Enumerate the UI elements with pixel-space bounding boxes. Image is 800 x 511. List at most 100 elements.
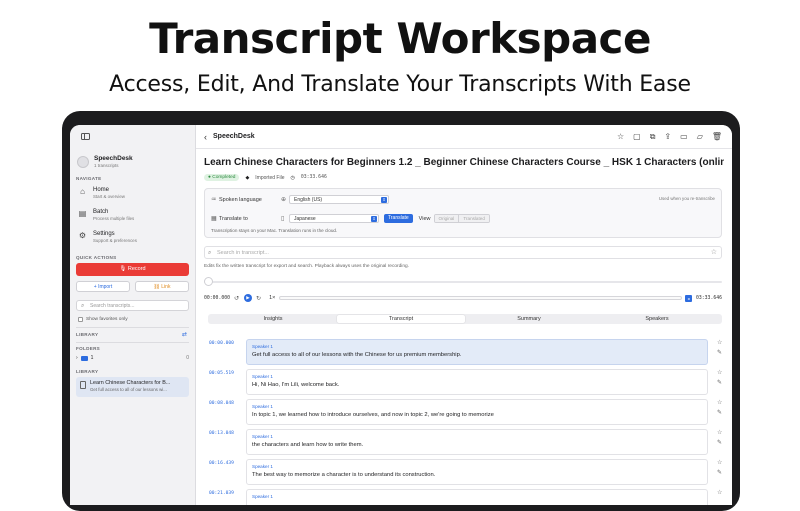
segment-card[interactable]: Speaker 1 The best way to memorize a cha…: [246, 459, 708, 485]
folder-move-icon[interactable]: ▱: [697, 132, 703, 142]
tab-insights[interactable]: Insights: [209, 315, 337, 323]
star-icon[interactable]: ☆: [717, 429, 722, 436]
back-icon[interactable]: ‹: [204, 132, 207, 142]
edit-icon[interactable]: ✎: [717, 469, 722, 476]
plus-icon: +: [93, 284, 97, 290]
import-button[interactable]: + Import: [76, 281, 130, 292]
sidebar: SpeechDesk 1 transcripts NAVIGATE ⌂ Home…: [70, 125, 196, 505]
edit-icon[interactable]: ✎: [717, 409, 722, 416]
transcript-segment: 00:13.048 Speaker 1 the characters and l…: [204, 429, 724, 457]
folder-count: 0: [186, 355, 189, 361]
star-icon[interactable]: ☆: [717, 369, 722, 376]
scrubber-handle[interactable]: [204, 277, 213, 286]
forward-icon[interactable]: ↻: [256, 295, 261, 302]
volume-icon[interactable]: ◂: [685, 294, 692, 302]
status-badge: ● Completed: [204, 174, 240, 181]
star-icon[interactable]: ☆: [717, 459, 722, 466]
app-logo: [77, 155, 89, 168]
folder-name: 1: [90, 355, 94, 361]
library-add-icon[interactable]: ⇄: [182, 331, 187, 338]
segment-text[interactable]: Hi, Ni Hao, I'm Lili, welcome back.: [252, 382, 702, 388]
transcript-segment: 00:08.048 Speaker 1 In topic 1, we learn…: [204, 399, 724, 427]
segment-card[interactable]: Speaker 1: [246, 489, 708, 505]
export-icon[interactable]: ▭: [680, 132, 688, 142]
segment-timestamp[interactable]: 00:05.519: [209, 371, 234, 376]
segment-timestamp[interactable]: 00:21.039: [209, 491, 234, 496]
view-original-option[interactable]: Original: [434, 215, 459, 222]
transcript-search-placeholder: Search in transcript...: [217, 250, 269, 256]
copy-icon[interactable]: ⧉: [650, 132, 656, 142]
share-icon[interactable]: ⇪: [664, 132, 671, 142]
trash-icon[interactable]: 🗑: [712, 132, 722, 142]
edit-icon[interactable]: ✎: [717, 379, 722, 386]
hero-title: Transcript Workspace: [149, 14, 651, 63]
scrubber-track[interactable]: [204, 281, 722, 283]
checkbox[interactable]: [78, 317, 83, 322]
translate-icon: ▦: [211, 216, 217, 222]
nav-desc: Start & overview: [93, 194, 125, 199]
sidebar-item-home[interactable]: ⌂ Home Start & overview: [78, 187, 125, 199]
favorites-toggle[interactable]: Show favorites only: [78, 317, 128, 322]
star-icon[interactable]: ☆: [717, 489, 722, 496]
edit-icon[interactable]: ✎: [717, 439, 722, 446]
chat-icon[interactable]: ▢: [633, 132, 641, 142]
language-settings: ♒ Spoken language ⊕ English (US) ⇕ Used …: [204, 188, 722, 238]
translate-row: ▦ Translate to ▯ Japanese ⇕ Translate Vi…: [211, 214, 490, 223]
playback-bar: 00:00.000 ↺ ▶ ↻ 1× ◂ 03:33.646: [204, 293, 722, 303]
library-section-label: LIBRARY: [76, 369, 99, 374]
playback-speed[interactable]: 1×: [269, 295, 275, 301]
star-icon[interactable]: ☆: [617, 132, 624, 142]
star-filter-icon[interactable]: ☆: [711, 247, 717, 259]
segment-card[interactable]: Speaker 1 the characters and learn how t…: [246, 429, 708, 455]
segment-card[interactable]: Speaker 1 Hi, Ni Hao, I'm Lili, welcome …: [246, 369, 708, 395]
star-icon[interactable]: ☆: [717, 339, 722, 346]
view-label: View: [418, 215, 431, 222]
segment-text[interactable]: In topic 1, we learned how to introduce …: [252, 412, 702, 418]
segment-text[interactable]: The best way to memorize a character is …: [252, 472, 702, 478]
transcript-search-input[interactable]: ⌕ Search in transcript... ☆: [204, 246, 722, 259]
segment-text[interactable]: Get full access to all of our lessons wi…: [252, 352, 702, 358]
sidebar-toggle-icon[interactable]: [81, 133, 90, 140]
tab-transcript[interactable]: Transcript: [337, 315, 465, 323]
main-content: ‹ SpeechDesk ☆ ▢ ⧉ ⇪ ▭ ▱ 🗑 Learn Chinese…: [196, 125, 732, 505]
edit-icon[interactable]: ✎: [717, 349, 722, 356]
segment-timestamp[interactable]: 00:08.048: [209, 401, 234, 406]
rewind-icon[interactable]: ↺: [234, 295, 239, 302]
spoken-language-select[interactable]: English (US) ⇕: [289, 195, 389, 204]
tab-summary[interactable]: Summary: [465, 315, 593, 323]
playback-progress[interactable]: [279, 296, 682, 300]
library-item[interactable]: Learn Chinese Characters for B... Get fu…: [76, 377, 189, 397]
record-button[interactable]: 🎙 Record: [76, 263, 189, 276]
library-item-title: Learn Chinese Characters for B...: [90, 380, 171, 386]
segment-timestamp[interactable]: 00:16.439: [209, 461, 234, 466]
segment-text[interactable]: the characters and learn how to write th…: [252, 442, 702, 448]
transcript-count: 1 transcripts: [94, 163, 119, 168]
document-meta: ● Completed ◆ Imported File ◷ 03:33.646: [204, 174, 327, 181]
folder-item[interactable]: › 1 0: [76, 355, 189, 361]
link-label: Link: [161, 284, 171, 290]
translate-to-value: Japanese: [294, 216, 316, 222]
star-icon[interactable]: ☆: [717, 399, 722, 406]
chevron-updown-icon: ⇕: [371, 216, 377, 222]
app-window: SpeechDesk 1 transcripts NAVIGATE ⌂ Home…: [70, 125, 732, 505]
translate-button[interactable]: Translate: [384, 214, 413, 223]
sidebar-item-batch[interactable]: ▤ Batch Process multiple files: [78, 209, 135, 221]
segment-card[interactable]: Speaker 1 Get full access to all of our …: [246, 339, 708, 365]
document-title: Learn Chinese Characters for Beginners 1…: [204, 157, 724, 168]
segment-speaker: Speaker 1: [252, 404, 273, 409]
folder-icon: [80, 355, 88, 361]
segment-timestamp[interactable]: 00:13.048: [209, 431, 234, 436]
sidebar-search-input[interactable]: ⌕ Search transcripts...: [76, 300, 189, 311]
tab-speakers[interactable]: Speakers: [593, 315, 721, 323]
link-button[interactable]: ⛓ Link: [135, 281, 189, 292]
segment-card[interactable]: Speaker 1 In topic 1, we learned how to …: [246, 399, 708, 425]
batch-icon: ▤: [78, 209, 87, 218]
view-translated-option[interactable]: Translated: [458, 215, 489, 222]
sidebar-item-settings[interactable]: ⚙ Settings Support & preferences: [78, 231, 137, 243]
spoken-language-value: English (US): [294, 197, 323, 203]
segment-timestamp[interactable]: 00:00.000: [209, 341, 234, 346]
sidebar-search-placeholder: Search transcripts...: [90, 303, 135, 309]
divider: [76, 327, 189, 328]
play-icon[interactable]: ▶: [244, 294, 253, 302]
translate-to-select[interactable]: Japanese ⇕: [289, 214, 379, 223]
